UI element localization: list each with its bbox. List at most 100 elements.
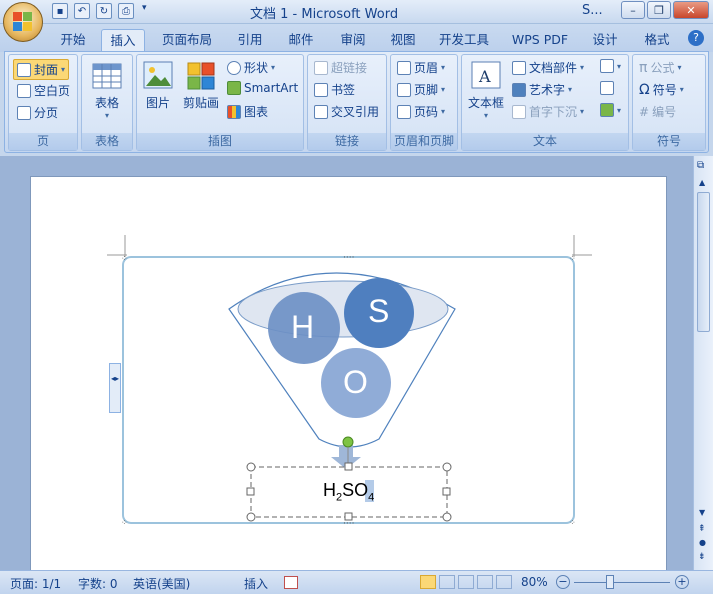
redo-icon[interactable]: ↻ <box>96 3 112 19</box>
close-button[interactable]: ✕ <box>673 1 709 19</box>
svg-text:⁘: ⁘ <box>121 254 128 263</box>
handle-left[interactable] <box>246 487 255 496</box>
handle-top[interactable] <box>344 462 353 471</box>
zoom-slider-thumb[interactable] <box>606 575 614 589</box>
signature-line-button[interactable]: ▾ <box>600 59 621 73</box>
header-button[interactable]: 页眉 ▾ <box>397 59 445 76</box>
handle-tl[interactable] <box>246 462 256 472</box>
print-layout-icon[interactable] <box>420 575 436 589</box>
formula-sub-4: 4 <box>368 491 375 504</box>
crossref-button[interactable]: 交叉引用 <box>314 103 379 120</box>
macro-record-icon[interactable] <box>284 576 298 589</box>
handle-right[interactable] <box>442 487 451 496</box>
next-page-icon[interactable]: ⇟ <box>698 552 706 562</box>
rotate-handle[interactable] <box>342 436 354 448</box>
tab-design[interactable]: 设计 <box>584 29 626 52</box>
page-break-button[interactable]: 分页 <box>17 104 58 121</box>
table-button[interactable]: 表格 ▾ <box>92 63 122 120</box>
header-icon <box>397 60 411 75</box>
tab-view[interactable]: 视图 <box>382 29 424 52</box>
outline-icon[interactable] <box>477 575 493 589</box>
ruler-toggle-icon[interactable]: ⧉ <box>697 160 704 171</box>
status-words[interactable]: 字数: 0 <box>78 575 118 592</box>
handle-tr[interactable] <box>442 462 452 472</box>
restore-button[interactable]: ❐ <box>647 1 671 19</box>
hyperlink-button[interactable]: 超链接 <box>314 59 367 76</box>
bookmark-button[interactable]: 书签 <box>314 81 355 98</box>
chart-button[interactable]: 图表 <box>227 103 268 120</box>
document-page[interactable]: ···· ···· ⁘ ⁘ ⁘ ⁘ H S O H2SO4 ◂▸ <box>30 176 667 576</box>
date-time-button[interactable] <box>600 81 614 95</box>
zoom-level[interactable]: 80% <box>521 575 548 589</box>
draft-icon[interactable] <box>496 575 512 589</box>
circle-s-label: S <box>368 293 390 329</box>
minimize-button[interactable]: – <box>621 1 645 19</box>
tab-references[interactable]: 引用 <box>229 29 271 52</box>
window-title-extra: S... <box>582 3 603 18</box>
circle-o-label: O <box>343 364 368 400</box>
handle-bl[interactable] <box>246 512 256 522</box>
date-time-icon <box>600 81 614 95</box>
office-button[interactable] <box>3 2 43 42</box>
print-preview-icon[interactable]: ⎙ <box>118 3 134 19</box>
textbox-button[interactable]: A 文本框 ▾ <box>468 61 504 120</box>
web-layout-icon[interactable] <box>458 575 474 589</box>
zoom-slider[interactable] <box>574 582 670 583</box>
zoom-out-icon[interactable]: − <box>556 575 570 589</box>
office-logo-icon <box>13 12 33 32</box>
cover-page-button[interactable]: 封面 ▾ <box>13 59 70 80</box>
clipart-button[interactable]: 剪贴画 <box>183 61 219 111</box>
browse-object-icon[interactable]: ● <box>699 538 706 547</box>
page-number-button[interactable]: 页码 ▾ <box>397 103 445 120</box>
tab-home[interactable]: 开始 <box>52 29 94 52</box>
shapes-button[interactable]: 形状 ▾ <box>227 59 275 76</box>
wordart-icon <box>512 82 526 97</box>
tab-review[interactable]: 审阅 <box>332 29 374 52</box>
vertical-scrollbar[interactable]: ⧉ ▲ ▼ ⇞ ● ⇟ <box>693 156 713 570</box>
clipart-icon <box>187 62 215 90</box>
tab-developer[interactable]: 开发工具 <box>433 29 495 52</box>
text-pane-toggle[interactable]: ◂▸ <box>109 363 121 413</box>
zoom-in-icon[interactable]: + <box>675 575 689 589</box>
tab-insert[interactable]: 插入 <box>101 29 145 52</box>
status-page[interactable]: 页面: 1/1 <box>10 575 61 592</box>
qat-customize-icon[interactable]: ▾ <box>142 3 147 19</box>
blank-page-button[interactable]: 空白页 <box>17 82 70 99</box>
page-break-icon <box>17 105 31 120</box>
handle-bottom[interactable] <box>344 512 353 521</box>
status-insert-mode[interactable]: 插入 <box>244 575 268 592</box>
crossref-icon <box>314 104 328 119</box>
numbering-button[interactable]: # 编号 <box>639 103 676 120</box>
scroll-up-icon[interactable]: ▲ <box>699 178 705 187</box>
full-screen-reading-icon[interactable] <box>439 575 455 589</box>
group-text: A 文本框 ▾ 文档部件 ▾ 艺术字 ▾ 首字下沉 ▾ ▾ ▾ 文本 <box>461 54 629 151</box>
svg-text:⁘: ⁘ <box>569 518 576 527</box>
tab-wps-pdf[interactable]: WPS PDF <box>507 29 573 52</box>
svg-text:A: A <box>478 67 491 86</box>
group-label-page: 页 <box>9 133 77 150</box>
prev-page-icon[interactable]: ⇞ <box>698 524 706 534</box>
page-number-icon <box>397 104 411 119</box>
tab-mailings[interactable]: 邮件 <box>280 29 322 52</box>
status-language[interactable]: 英语(美国) <box>133 575 190 592</box>
quick-parts-button[interactable]: 文档部件 ▾ <box>512 59 584 76</box>
save-icon[interactable]: ▪ <box>52 3 68 19</box>
picture-button[interactable]: 图片 <box>143 61 173 111</box>
smartart-button[interactable]: SmartArt <box>227 81 298 95</box>
dropcap-button[interactable]: 首字下沉 ▾ <box>512 103 584 120</box>
handle-br[interactable] <box>442 512 452 522</box>
smartart-icon <box>227 81 241 95</box>
object-button[interactable]: ▾ <box>600 103 621 117</box>
tab-page-layout[interactable]: 页面布局 <box>156 29 218 52</box>
undo-icon[interactable]: ↶ <box>74 3 90 19</box>
scroll-down-icon[interactable]: ▼ <box>699 508 705 517</box>
wordart-button[interactable]: 艺术字 ▾ <box>512 81 572 98</box>
formula-text[interactable]: H2SO4 <box>323 480 374 504</box>
help-icon[interactable]: ? <box>688 30 704 46</box>
tab-format[interactable]: 格式 <box>636 29 678 52</box>
equation-button[interactable]: π 公式 ▾ <box>639 59 681 76</box>
scroll-thumb[interactable] <box>697 192 710 332</box>
symbol-button[interactable]: Ω 符号 ▾ <box>639 81 684 98</box>
hyperlink-icon <box>314 60 328 75</box>
footer-button[interactable]: 页脚 ▾ <box>397 81 445 98</box>
